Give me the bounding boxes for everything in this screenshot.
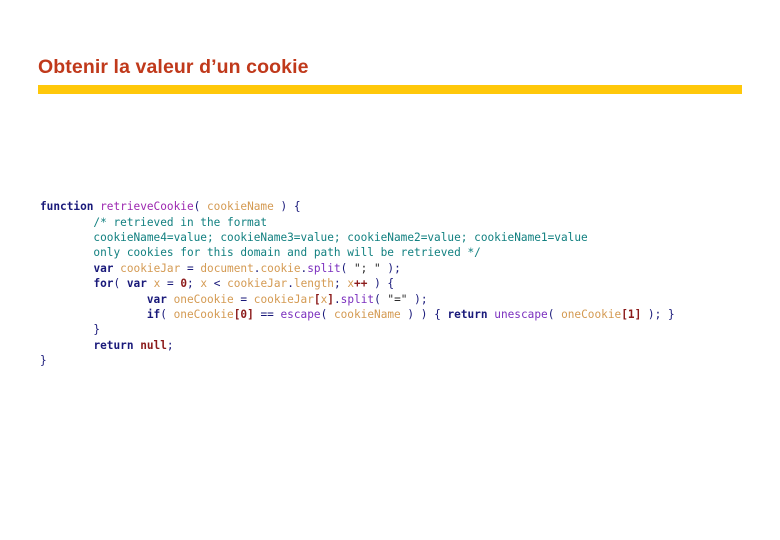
code-token: null: [140, 338, 167, 352]
code-token: for: [93, 277, 114, 291]
code-token: ) {: [367, 277, 395, 291]
code-token: <: [207, 277, 228, 291]
code-token: (: [547, 307, 562, 321]
code-token: cookieName: [333, 307, 401, 321]
code-token: split: [307, 261, 341, 275]
code-token: }: [40, 323, 101, 337]
code-token: ) {: [273, 200, 301, 214]
code-token: cookieJar: [120, 261, 181, 275]
code-token: (: [193, 200, 207, 214]
code-line: var oneCookie = cookieJar[x].split( "=" …: [40, 292, 760, 307]
code-token: ++: [354, 277, 368, 291]
code-token: ;: [166, 338, 174, 352]
code-token: =: [180, 261, 201, 275]
code-token: (: [374, 292, 388, 306]
code-line: only cookies for this domain and path wi…: [40, 245, 760, 260]
code-token: (: [320, 307, 334, 321]
code-line: var cookieJar = document.cookie.split( "…: [40, 261, 760, 276]
code-token: =: [160, 277, 181, 291]
code-token: ]: [327, 292, 334, 306]
code-token: length: [293, 277, 334, 291]
code-token: document: [200, 261, 254, 275]
code-snippet: function retrieveCookie( cookieName ) { …: [40, 199, 760, 368]
code-token: if: [146, 307, 161, 321]
page-title: Obtenir la valeur d’un cookie: [38, 56, 309, 79]
code-token: function: [40, 200, 94, 214]
code-line: return null;: [40, 338, 760, 353]
code-line: }: [40, 353, 760, 368]
code-token: ;: [333, 277, 348, 291]
code-token: ==: [253, 307, 281, 321]
code-token: ]: [247, 307, 254, 321]
code-line: function retrieveCookie( cookieName ) {: [40, 199, 760, 214]
code-token: oneCookie: [561, 307, 622, 321]
code-token: /* retrieved in the format: [40, 215, 268, 229]
code-token: var: [126, 277, 147, 291]
code-token: .: [333, 292, 341, 306]
slide-canvas: Obtenir la valeur d’un cookie function r…: [0, 0, 780, 540]
code-token: oneCookie: [173, 292, 234, 306]
code-line: if( oneCookie[0] == escape( cookieName )…: [40, 307, 760, 322]
code-token: );: [380, 261, 401, 275]
code-line: cookieName4=value; cookieName3=value; co…: [40, 230, 760, 245]
code-token: ) ) {: [400, 307, 448, 321]
code-token: }: [40, 354, 47, 368]
code-line: }: [40, 322, 760, 337]
code-token: cookieName4=value; cookieName3=value; co…: [40, 230, 588, 244]
code-token: (: [160, 307, 174, 321]
code-token: [: [621, 307, 628, 321]
code-token: return: [93, 338, 134, 352]
code-line: for( var x = 0; x < cookieJar.length; x+…: [40, 276, 760, 291]
code-token: .: [287, 277, 294, 291]
code-token: oneCookie: [173, 307, 234, 321]
code-token: return: [447, 307, 488, 321]
title-underline-bar: [38, 85, 742, 94]
code-token: only cookies for this domain and path wi…: [40, 246, 481, 260]
code-token: "; ": [354, 261, 381, 275]
code-token: escape: [280, 307, 321, 321]
code-token: (: [340, 261, 354, 275]
code-token: (: [113, 277, 127, 291]
code-token: ); }: [641, 307, 675, 321]
code-token: var: [93, 261, 114, 275]
code-token: cookieJar: [253, 292, 314, 306]
code-token: cookieName: [207, 200, 274, 214]
code-token: var: [146, 292, 167, 306]
code-token: =: [233, 292, 254, 306]
code-token: 0: [180, 277, 187, 291]
code-token: split: [340, 292, 375, 306]
code-token: "=": [387, 292, 408, 306]
code-token: 1: [627, 307, 635, 321]
code-token: cookieJar: [227, 277, 288, 291]
code-token: retrieveCookie: [100, 200, 194, 214]
code-token: ;: [187, 277, 201, 291]
code-token: cookie: [260, 261, 301, 275]
code-token: );: [407, 292, 428, 306]
code-token: unescape: [494, 307, 548, 321]
code-token: [: [313, 292, 321, 306]
code-line: /* retrieved in the format: [40, 215, 760, 230]
